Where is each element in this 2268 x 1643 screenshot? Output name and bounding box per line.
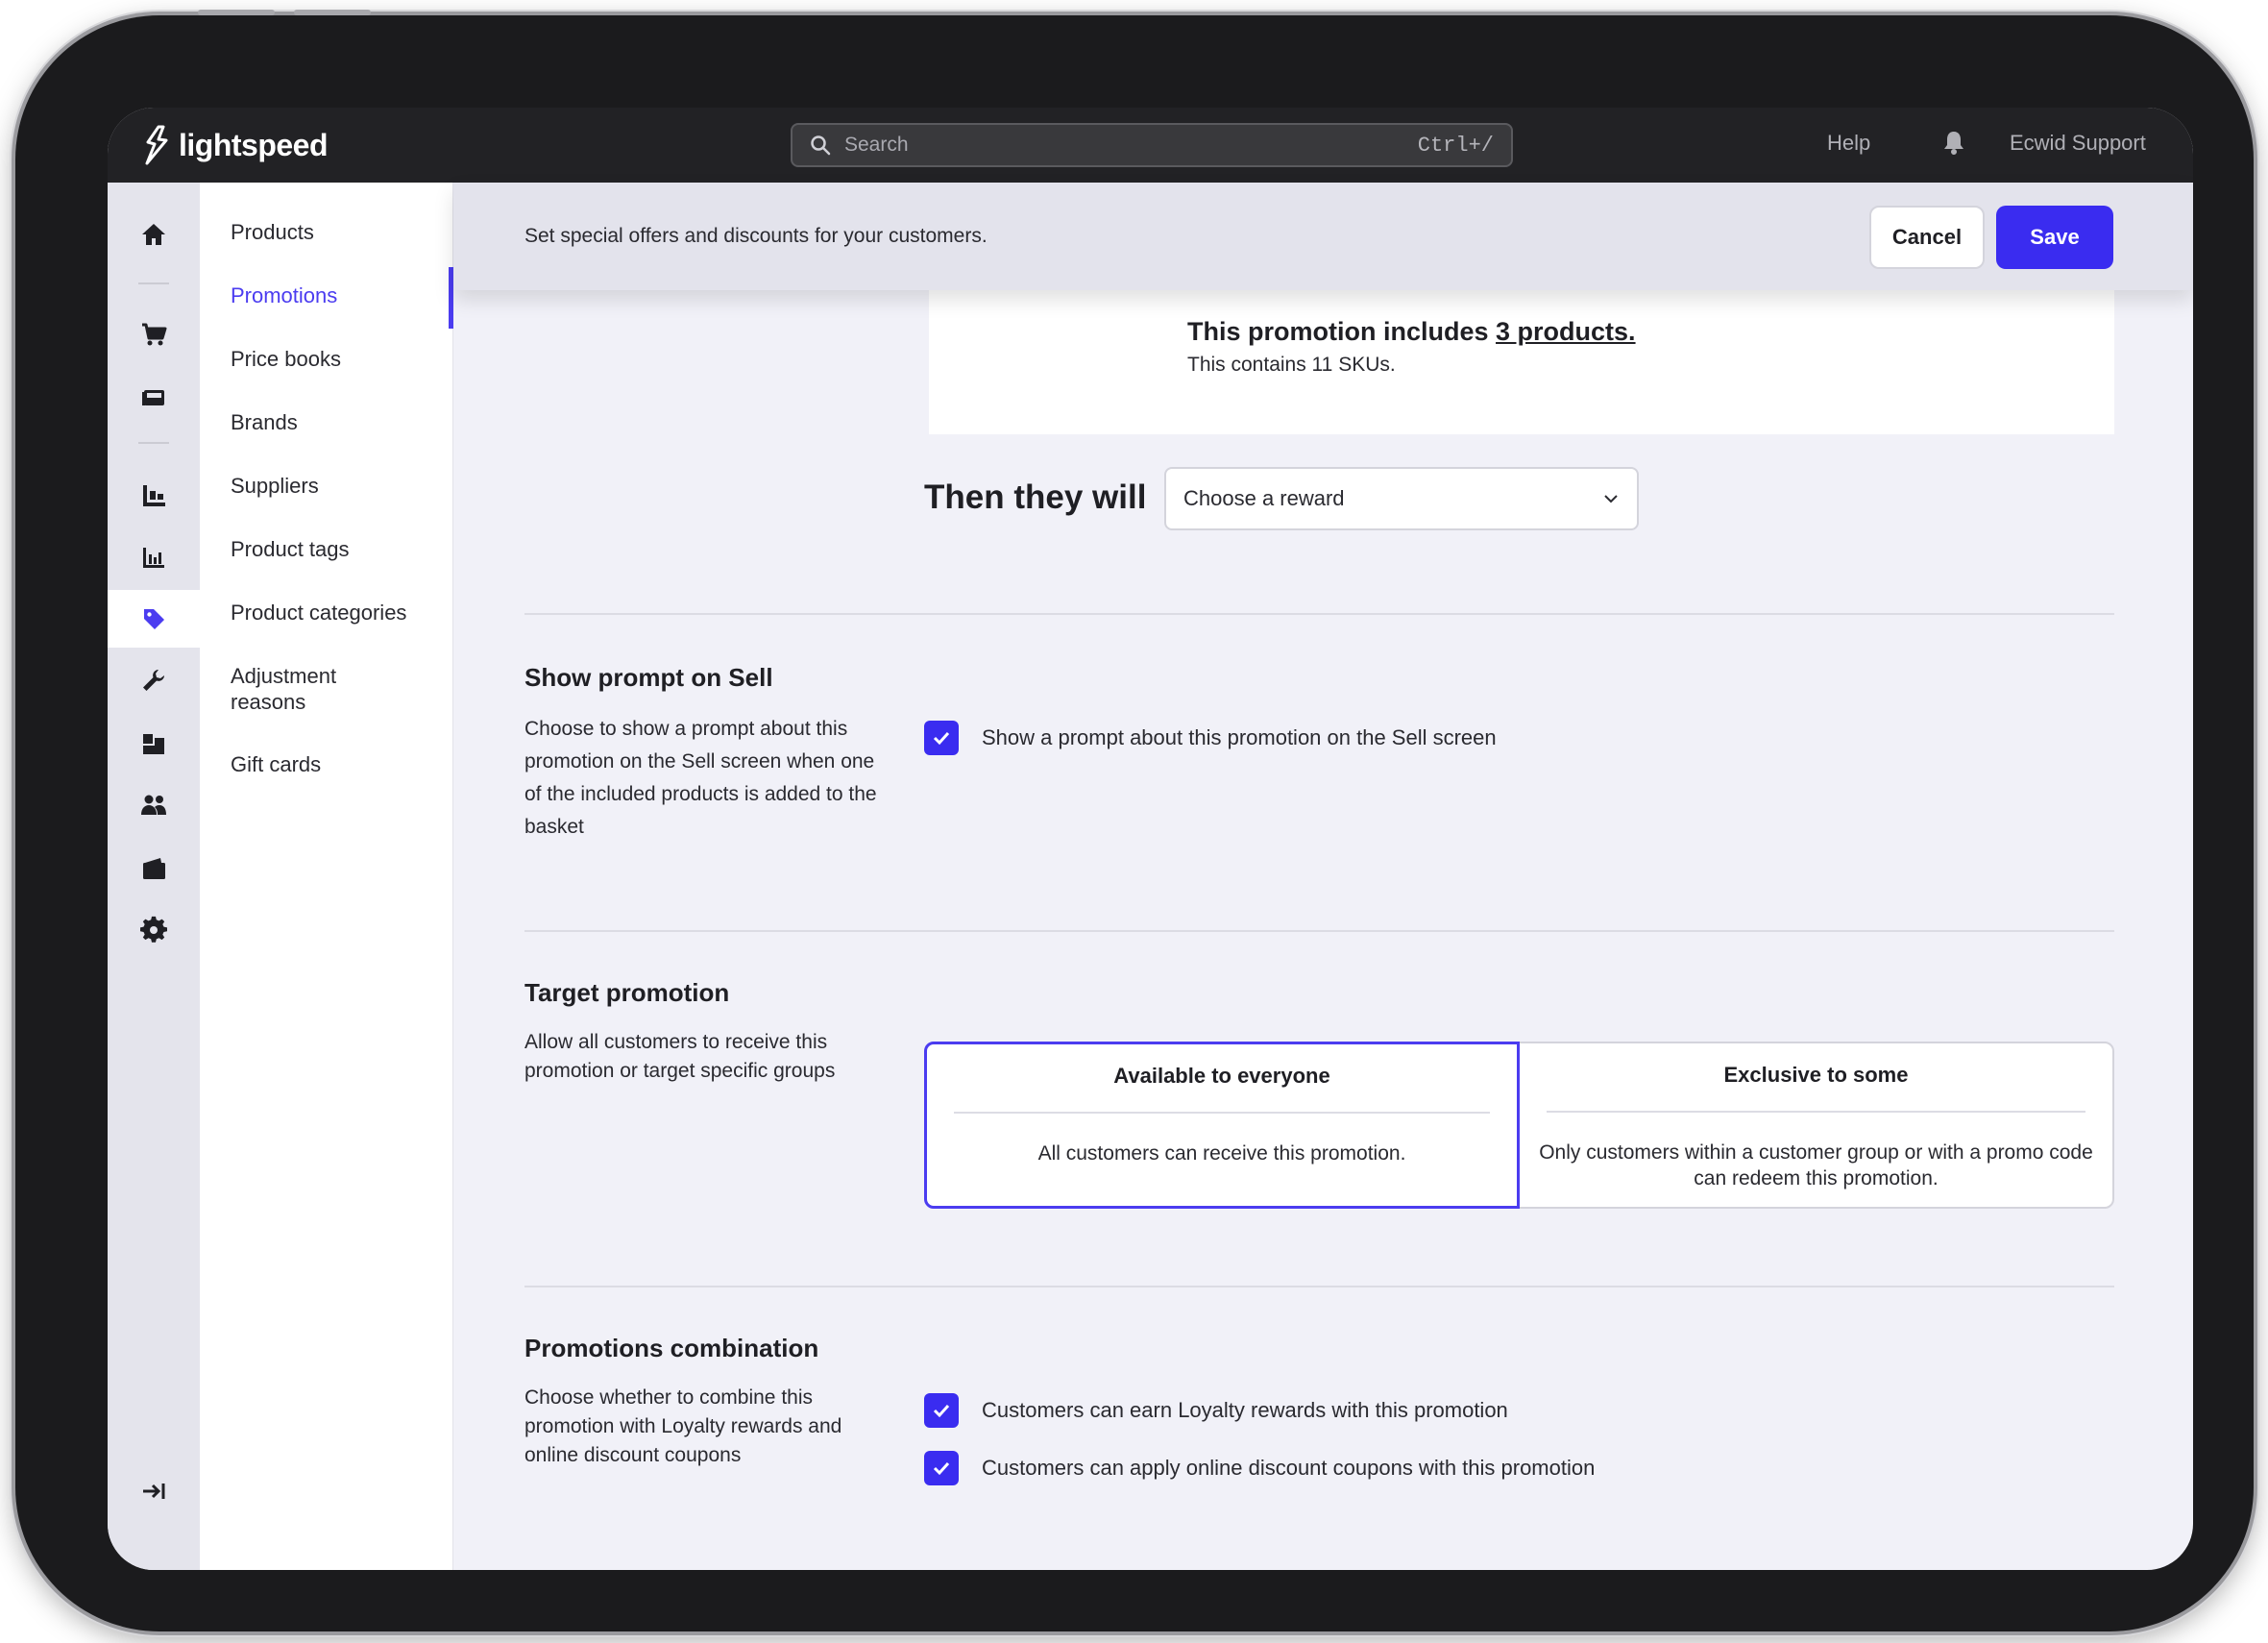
icon-rail [108, 183, 200, 1570]
flame-icon [145, 125, 168, 165]
tag-icon [144, 609, 164, 629]
boxes-icon [143, 734, 164, 754]
rail-expand[interactable] [108, 1462, 200, 1520]
rail-divider [138, 442, 169, 444]
show-prompt-checkbox-label: Show a prompt about this promotion on th… [982, 725, 1497, 749]
account-menu[interactable]: Ecwid Support [2010, 131, 2146, 156]
combination-title: Promotions combination [524, 1334, 819, 1362]
target-promotion-title: Target promotion [524, 978, 730, 1007]
lightspeed-logo[interactable]: lightspeed [142, 123, 329, 167]
reward-select-value: Choose a reward [1183, 486, 1345, 510]
loyalty-checkbox-row[interactable]: Customers can earn Loyalty rewards with … [924, 1393, 1508, 1428]
search-box[interactable]: Ctrl+/ [791, 123, 1513, 167]
top-bar: lightspeed Ctrl+/ Help Ecwid Support [108, 108, 2193, 183]
rail-wallet[interactable] [108, 840, 200, 897]
subnav-product-tags[interactable]: Product tags [231, 536, 432, 562]
search-shortcut: Ctrl+/ [1417, 133, 1494, 158]
show-prompt-title: Show prompt on Sell [524, 663, 773, 692]
loyalty-checkbox-label: Customers can earn Loyalty rewards with … [982, 1398, 1508, 1422]
chevron-down-icon [1604, 495, 1618, 503]
device-button-top-2 [294, 10, 371, 15]
check-icon [933, 1404, 950, 1418]
rail-register[interactable] [108, 369, 200, 427]
sku-count: This contains 11 SKUs. [1187, 354, 1396, 376]
register-icon [142, 390, 164, 405]
option-description: Only customers within a customer group o… [1539, 1141, 2093, 1189]
page-description: Set special offers and discounts for you… [524, 225, 988, 247]
subnav-gift-cards[interactable]: Gift cards [231, 751, 432, 777]
show-prompt-checkbox-row[interactable]: Show a prompt about this promotion on th… [924, 721, 1497, 755]
expand-icon [143, 1484, 165, 1499]
combination-description: Choose whether to combine this promotion… [524, 1386, 842, 1466]
coupons-checkbox-label: Customers can apply online discount coup… [982, 1456, 1596, 1480]
rail-tools[interactable] [108, 651, 200, 709]
loyalty-checkbox[interactable] [924, 1393, 959, 1428]
check-icon [933, 1461, 950, 1476]
subnav-adjustment-reasons[interactable]: Adjustment reasons [231, 663, 375, 715]
brand-name: lightspeed [179, 127, 329, 162]
option-title: Exclusive to some [1723, 1063, 1909, 1087]
subnav-promotions[interactable]: Promotions [231, 282, 432, 308]
section-divider [524, 613, 2114, 615]
show-prompt-description: Choose to show a prompt about this promo… [524, 718, 877, 838]
main-content: Set special offers and discounts for you… [453, 183, 2193, 1570]
subnav-products[interactable]: Products [231, 219, 432, 245]
wallet-icon [143, 858, 165, 879]
rail-sell[interactable] [108, 306, 200, 363]
rail-catalog[interactable] [108, 590, 200, 648]
check-icon [933, 731, 950, 746]
option-description: All customers can receive this promotion… [1037, 1142, 1406, 1165]
option-available-everyone[interactable]: Available to everyone All customers can … [924, 1042, 1520, 1209]
option-divider [1547, 1111, 2085, 1113]
rail-inventory[interactable] [108, 467, 200, 525]
promotion-includes-title: This promotion includes 3 products. [1187, 317, 1636, 346]
device-button-top-1 [198, 10, 275, 15]
target-promotion-description: Allow all customers to receive this prom… [524, 1031, 836, 1082]
rail-settings[interactable] [108, 901, 200, 959]
search-input[interactable] [844, 134, 1418, 157]
coupons-checkbox-row[interactable]: Customers can apply online discount coup… [924, 1451, 1595, 1485]
section-divider [524, 930, 2114, 932]
subnav-price-books[interactable]: Price books [231, 346, 432, 372]
save-button[interactable]: Save [1996, 206, 2113, 269]
reports-icon [143, 548, 164, 568]
reward-select[interactable]: Choose a reward [1164, 467, 1639, 530]
search-icon [811, 135, 831, 156]
cancel-button[interactable]: Cancel [1869, 206, 1985, 269]
screen: lightspeed Ctrl+/ Help Ecwid Support [108, 108, 2193, 1570]
section-divider [524, 1286, 2114, 1287]
option-divider [954, 1112, 1490, 1114]
products-link[interactable]: 3 products. [1496, 317, 1636, 346]
page-header: Set special offers and discounts for you… [453, 183, 2193, 290]
coupons-checkbox[interactable] [924, 1451, 959, 1485]
bell-icon[interactable] [1941, 129, 1966, 156]
help-link[interactable]: Help [1827, 131, 1870, 156]
subnav-product-categories[interactable]: Product categories [231, 600, 432, 625]
home-icon [142, 224, 165, 245]
customers-icon [141, 795, 166, 815]
rail-stock[interactable] [108, 715, 200, 772]
subnav-brands[interactable]: Brands [231, 409, 432, 435]
show-prompt-checkbox[interactable] [924, 721, 959, 755]
promotion-products-card: This promotion includes 3 products. This… [929, 290, 2114, 434]
reward-label: Then they will [924, 478, 1147, 516]
catalog-subnav: Products Promotions Price books Brands S… [200, 183, 453, 1570]
rail-reports[interactable] [108, 528, 200, 586]
rail-home[interactable] [108, 206, 200, 263]
option-exclusive-some[interactable]: Exclusive to some Only customers within … [1518, 1042, 2114, 1209]
option-title: Available to everyone [1113, 1064, 1330, 1088]
rail-divider [138, 282, 169, 284]
gear-icon [140, 916, 167, 943]
cart-icon [142, 323, 167, 346]
subnav-suppliers[interactable]: Suppliers [231, 473, 432, 499]
wrench-icon [143, 670, 164, 691]
rail-customers[interactable] [108, 776, 200, 834]
inventory-icon [143, 485, 165, 506]
device-frame: lightspeed Ctrl+/ Help Ecwid Support [15, 10, 2254, 1631]
